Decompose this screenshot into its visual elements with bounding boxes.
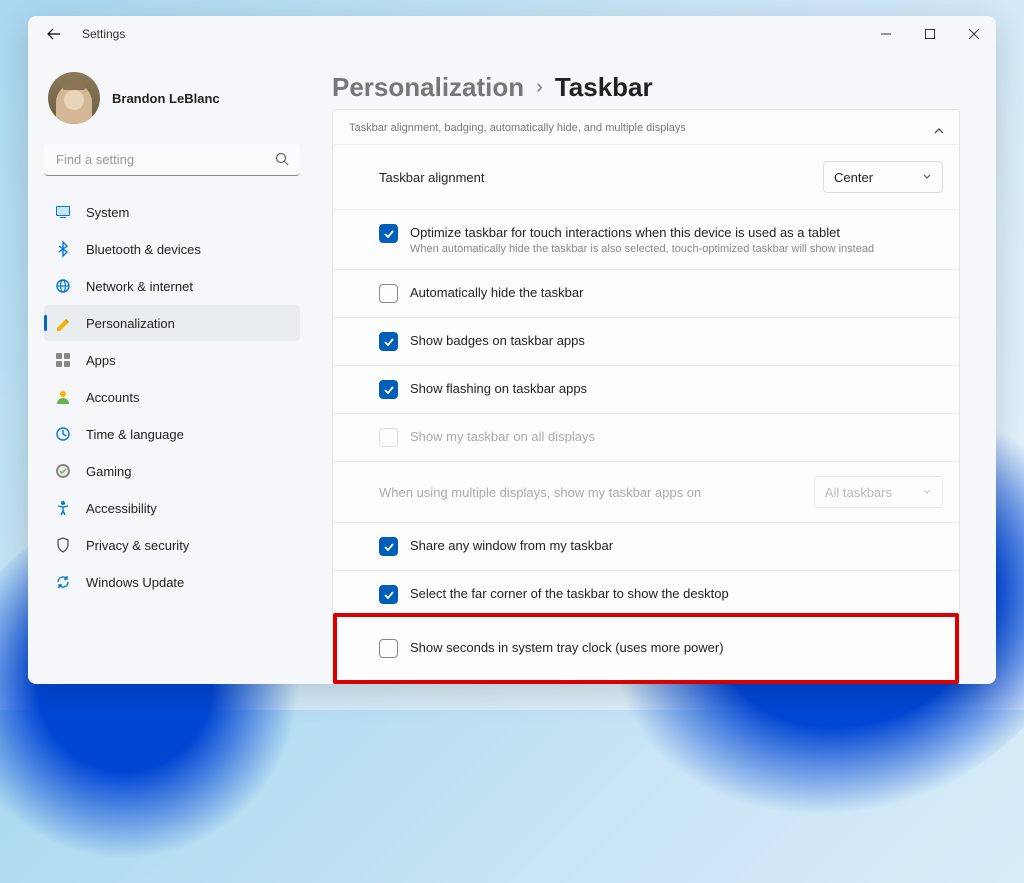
- autohide-checkbox[interactable]: [379, 284, 398, 303]
- nav-privacy[interactable]: Privacy & security: [44, 527, 300, 563]
- flashing-row: Show flashing on taskbar apps: [333, 365, 959, 413]
- nav-label: Apps: [86, 353, 116, 368]
- search-wrap: [44, 144, 300, 176]
- nav-personalization[interactable]: Personalization: [44, 305, 300, 341]
- nav-label: Gaming: [86, 464, 132, 479]
- highlight-annotation: Show seconds in system tray clock (uses …: [333, 613, 959, 684]
- badges-row: Show badges on taskbar apps: [333, 317, 959, 365]
- alignment-label: Taskbar alignment: [379, 170, 823, 185]
- accounts-icon: [54, 388, 72, 406]
- touch-checkbox[interactable]: [379, 224, 398, 243]
- search-icon: [275, 152, 290, 172]
- farcorner-checkbox[interactable]: [379, 585, 398, 604]
- nav-label: Windows Update: [86, 575, 184, 590]
- nav-apps[interactable]: Apps: [44, 342, 300, 378]
- close-button[interactable]: [952, 16, 996, 52]
- badges-checkbox[interactable]: [379, 332, 398, 351]
- chevron-down-icon: [922, 172, 932, 182]
- farcorner-row: Select the far corner of the taskbar to …: [333, 570, 959, 614]
- multidisp-label: When using multiple displays, show my ta…: [379, 485, 814, 500]
- alldisplays-label: Show my taskbar on all displays: [410, 429, 943, 444]
- autohide-label: Automatically hide the taskbar: [410, 285, 943, 300]
- alignment-dropdown[interactable]: Center: [823, 161, 943, 193]
- user-name: Brandon LeBlanc: [112, 91, 220, 106]
- profile[interactable]: Brandon LeBlanc: [44, 68, 300, 144]
- settings-window: Settings Brandon LeBlanc System Bluetoot…: [28, 16, 996, 684]
- breadcrumb-parent[interactable]: Personalization: [332, 72, 524, 103]
- apps-icon: [54, 351, 72, 369]
- network-icon: [54, 277, 72, 295]
- breadcrumb-current: Taskbar: [555, 72, 653, 103]
- sidebar: Brandon LeBlanc System Bluetooth & devic…: [28, 52, 312, 684]
- nav-label: Time & language: [86, 427, 184, 442]
- window-controls: [864, 16, 996, 52]
- gaming-icon: [54, 462, 72, 480]
- bluetooth-icon: [54, 240, 72, 258]
- seconds-row: Show seconds in system tray clock (uses …: [337, 617, 955, 680]
- nav-label: Accessibility: [86, 501, 157, 516]
- nav-label: System: [86, 205, 129, 220]
- accessibility-icon: [54, 499, 72, 517]
- farcorner-label: Select the far corner of the taskbar to …: [410, 586, 943, 601]
- flashing-label: Show flashing on taskbar apps: [410, 381, 943, 396]
- seconds-label: Show seconds in system tray clock (uses …: [410, 640, 939, 655]
- avatar: [48, 72, 100, 124]
- touch-label: Optimize taskbar for touch interactions …: [410, 225, 943, 240]
- seconds-checkbox[interactable]: [379, 639, 398, 658]
- chevron-down-icon: [922, 487, 932, 497]
- card-header[interactable]: Taskbar behaviors Taskbar alignment, bad…: [333, 110, 959, 144]
- touch-sublabel: When automatically hide the taskbar is a…: [410, 243, 943, 255]
- nav-update[interactable]: Windows Update: [44, 564, 300, 600]
- search-input[interactable]: [44, 144, 300, 176]
- section-subtitle: Taskbar alignment, badging, automaticall…: [349, 122, 943, 134]
- nav-label: Network & internet: [86, 279, 193, 294]
- maximize-button[interactable]: [908, 16, 952, 52]
- shareany-label: Share any window from my taskbar: [410, 538, 943, 553]
- nav-label: Personalization: [86, 316, 175, 331]
- multidisp-dropdown: All taskbars: [814, 476, 943, 508]
- flashing-checkbox[interactable]: [379, 380, 398, 399]
- minimize-button[interactable]: [864, 16, 908, 52]
- nav-label: Accounts: [86, 390, 139, 405]
- app-title: Settings: [82, 27, 125, 41]
- chevron-right-icon: ›: [536, 76, 543, 99]
- update-icon: [54, 573, 72, 591]
- main-content: Personalization › Taskbar Taskbar behavi…: [312, 52, 996, 684]
- alldisplays-row: Show my taskbar on all displays: [333, 413, 959, 461]
- nav-network[interactable]: Network & internet: [44, 268, 300, 304]
- breadcrumb: Personalization › Taskbar: [332, 72, 960, 103]
- personalization-icon: [54, 314, 72, 332]
- chevron-up-icon[interactable]: [933, 124, 945, 142]
- time-icon: [54, 425, 72, 443]
- nav-system[interactable]: System: [44, 194, 300, 230]
- back-button[interactable]: [42, 22, 66, 46]
- dropdown-value: All taskbars: [825, 485, 892, 500]
- multidisp-row: When using multiple displays, show my ta…: [333, 461, 959, 522]
- nav-list: System Bluetooth & devices Network & int…: [44, 194, 300, 600]
- alldisplays-checkbox: [379, 428, 398, 447]
- nav-bluetooth[interactable]: Bluetooth & devices: [44, 231, 300, 267]
- badges-label: Show badges on taskbar apps: [410, 333, 943, 348]
- touch-row: Optimize taskbar for touch interactions …: [333, 209, 959, 269]
- nav-time[interactable]: Time & language: [44, 416, 300, 452]
- nav-label: Privacy & security: [86, 538, 189, 553]
- dropdown-value: Center: [834, 170, 873, 185]
- autohide-row: Automatically hide the taskbar: [333, 269, 959, 317]
- system-icon: [54, 203, 72, 221]
- nav-gaming[interactable]: Gaming: [44, 453, 300, 489]
- alignment-row: Taskbar alignment Center: [333, 144, 959, 209]
- titlebar: Settings: [28, 16, 996, 52]
- shareany-checkbox[interactable]: [379, 537, 398, 556]
- nav-label: Bluetooth & devices: [86, 242, 201, 257]
- nav-accounts[interactable]: Accounts: [44, 379, 300, 415]
- nav-accessibility[interactable]: Accessibility: [44, 490, 300, 526]
- taskbar-behaviors-card: Taskbar behaviors Taskbar alignment, bad…: [332, 109, 960, 684]
- privacy-icon: [54, 536, 72, 554]
- shareany-row: Share any window from my taskbar: [333, 522, 959, 570]
